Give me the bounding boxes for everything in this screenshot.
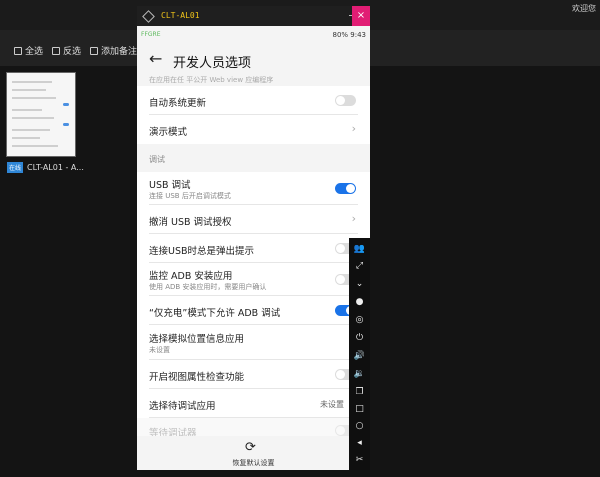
note-icon [90, 46, 98, 55]
row-title: 自动系统更新 [149, 98, 207, 109]
row-auto-update[interactable]: 自动系统更新 [137, 86, 370, 115]
reset-defaults-button[interactable]: ⟳ 恢复默认设置 [137, 436, 370, 470]
phone-screen: FFGRE 80% 9:43 ← 开发人员选项 在应用在任 平公开 Web vi… [137, 26, 370, 470]
row-title: USB 调试 [149, 180, 191, 191]
select-all-icon [14, 46, 22, 55]
row-title: “仅充电”模式下允许 ADB 调试 [149, 308, 281, 319]
section-header: 调试 [149, 155, 165, 164]
row-demo-mode[interactable]: 演示模式 › [137, 115, 370, 144]
device-thumbnail[interactable] [6, 72, 76, 157]
circle-icon[interactable]: ○ [353, 419, 366, 432]
status-bar: FFGRE 80% 9:43 [137, 26, 370, 44]
eye-off-icon[interactable]: ◎ [353, 313, 366, 326]
row-adb-install[interactable]: 监控 ADB 安装应用 使用 ADB 安装应用时，需要用户确认 [137, 263, 370, 296]
window-title: CLT-AL01 [161, 11, 200, 20]
invert-icon [52, 46, 60, 55]
copy-icon[interactable]: ❐ [353, 385, 366, 398]
scissors-icon[interactable]: ✂ [353, 453, 366, 466]
row-revoke-usb[interactable]: 撤消 USB 调试授权 › [137, 205, 370, 234]
row-subtitle: 连接 USB 后开启调试模式 [149, 192, 231, 200]
usb-debug-toggle[interactable] [335, 183, 356, 194]
app-bar: ← 开发人员选项 [137, 44, 370, 78]
fullscreen-icon[interactable]: ⤢ [353, 259, 366, 272]
truncated-text: 在应用在任 平公开 Web view 应编程序 [149, 76, 274, 84]
phone-window-titlebar[interactable]: CLT-AL01 [137, 6, 370, 27]
row-usb-prompt[interactable]: 连接USB时总是弹出提示 [137, 234, 370, 263]
row-title: 演示模式 [149, 127, 188, 138]
row-view-attr[interactable]: 开启视图属性检查功能 [137, 360, 370, 389]
volume-down-icon[interactable]: 🔉 [353, 367, 366, 380]
group-icon[interactable]: 👥 [353, 242, 366, 255]
row-debug-app[interactable]: 选择待调试应用 未设置 › [137, 389, 370, 418]
row-mock-location[interactable]: 选择模拟位置信息应用 未设置 › [137, 325, 370, 360]
select-all-button[interactable]: 全选 [14, 44, 43, 57]
invert-label: 反选 [63, 47, 82, 57]
row-charge-only-adb[interactable]: “仅充电”模式下允许 ADB 调试 [137, 296, 370, 325]
dot-icon[interactable]: ● [353, 295, 366, 308]
row-title: 监控 ADB 安装应用 [149, 271, 233, 282]
row-title: 开启视图属性检查功能 [149, 372, 245, 383]
row-title: 选择待调试应用 [149, 401, 216, 412]
row-title: 连接USB时总是弹出提示 [149, 246, 255, 257]
square-icon[interactable]: □ [353, 402, 366, 415]
back-arrow-icon[interactable]: ← [149, 49, 162, 68]
row-title: 选择模拟位置信息应用 [149, 334, 245, 345]
row-usb-debug[interactable]: USB 调试 连接 USB 后开启调试模式 [137, 172, 370, 205]
add-note-button[interactable]: 添加备注 [90, 44, 137, 57]
volume-up-icon[interactable]: 🔊 [353, 349, 366, 362]
row-title: 撤消 USB 调试授权 [149, 217, 232, 228]
device-label[interactable]: 在线 CLT-AL01 - A... [7, 162, 84, 173]
row-subtitle: 未设置 [149, 346, 170, 354]
close-window-button[interactable]: × [352, 6, 370, 26]
add-note-label: 添加备注 [101, 47, 138, 57]
invert-select-button[interactable]: 反选 [52, 44, 81, 57]
auto-update-toggle[interactable] [335, 95, 356, 106]
row-value: 未设置 [320, 400, 344, 409]
back-icon[interactable]: ◂ [353, 436, 366, 449]
welcome-text: 欢迎您 [572, 4, 596, 13]
chevron-right-icon: › [351, 122, 356, 135]
power-icon[interactable]: ⏻ [353, 331, 366, 344]
page-title: 开发人员选项 [173, 56, 252, 71]
reset-label: 恢复默认设置 [232, 459, 275, 467]
control-strip: 👥 ⤢ ⌄ ● ◎ ⏻ 🔊 🔉 ❐ □ ○ ◂ ✂ [349, 238, 370, 470]
select-all-label: 全选 [25, 47, 44, 57]
window-app-icon [142, 10, 155, 23]
chevron-right-icon: › [351, 212, 356, 225]
row-subtitle: 使用 ADB 安装应用时，需要用户确认 [149, 283, 267, 291]
status-right: 80% 9:43 [332, 31, 366, 39]
device-name: CLT-AL01 - A... [27, 163, 84, 172]
reset-icon: ⟳ [245, 440, 256, 455]
status-left: FFGRE [141, 31, 161, 38]
online-badge: 在线 [7, 162, 24, 173]
collapse-icon[interactable]: ⌄ [353, 277, 366, 290]
